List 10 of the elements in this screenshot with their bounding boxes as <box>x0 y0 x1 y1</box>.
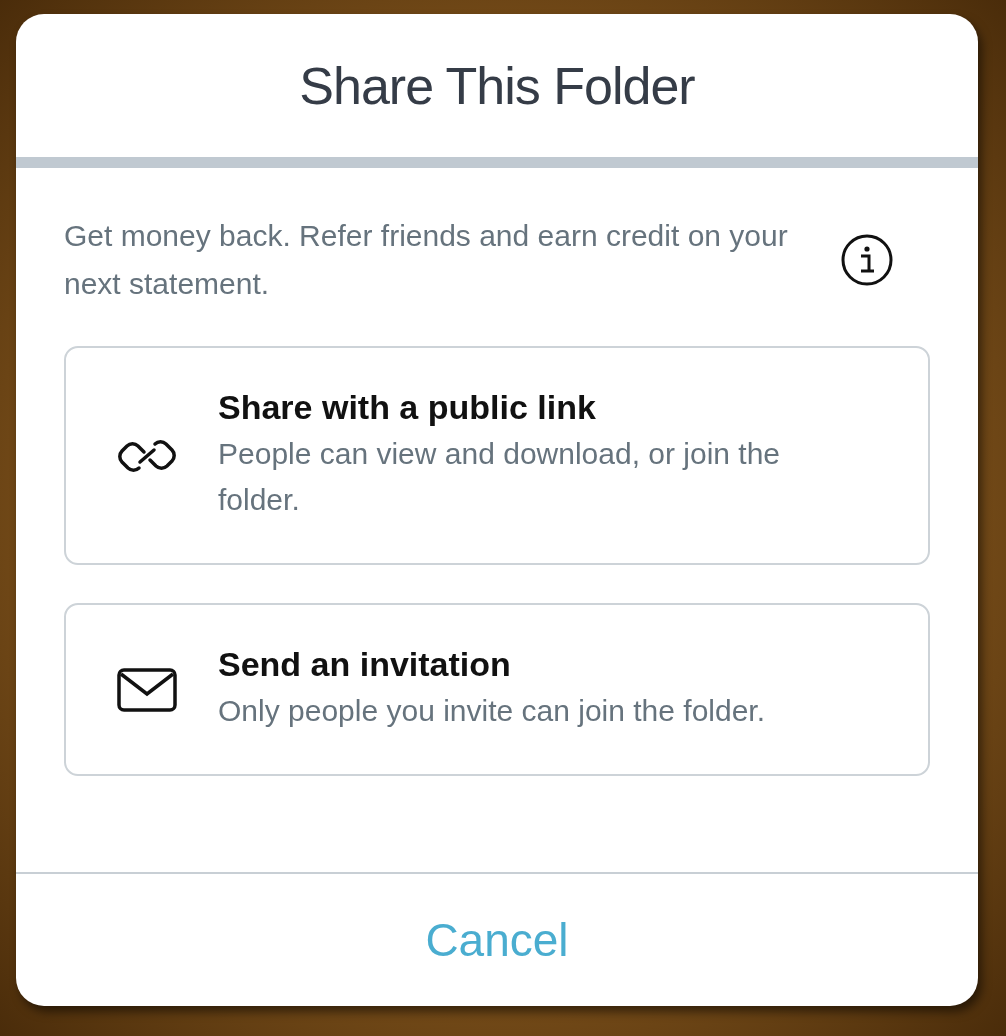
dialog-title: Share This Folder <box>298 55 696 117</box>
option-title: Send an invitation <box>218 645 512 684</box>
option-title: Share with a public link <box>218 388 597 427</box>
share-option[interactable]: Send an invitation Only people you invite can join the folder. <box>64 603 930 776</box>
option-description: People can view and download, or join the folder. <box>218 436 782 518</box>
option-description: Only people you invite can join the folder. <box>218 693 766 729</box>
envelope-icon <box>116 666 178 713</box>
description-text: Get money back. Refer friends and earn credit on your next statement. <box>64 218 789 302</box>
share-option[interactable]: Share with a public link People can view and download, or join the folder. <box>64 346 930 565</box>
info-icon[interactable] <box>840 233 894 287</box>
